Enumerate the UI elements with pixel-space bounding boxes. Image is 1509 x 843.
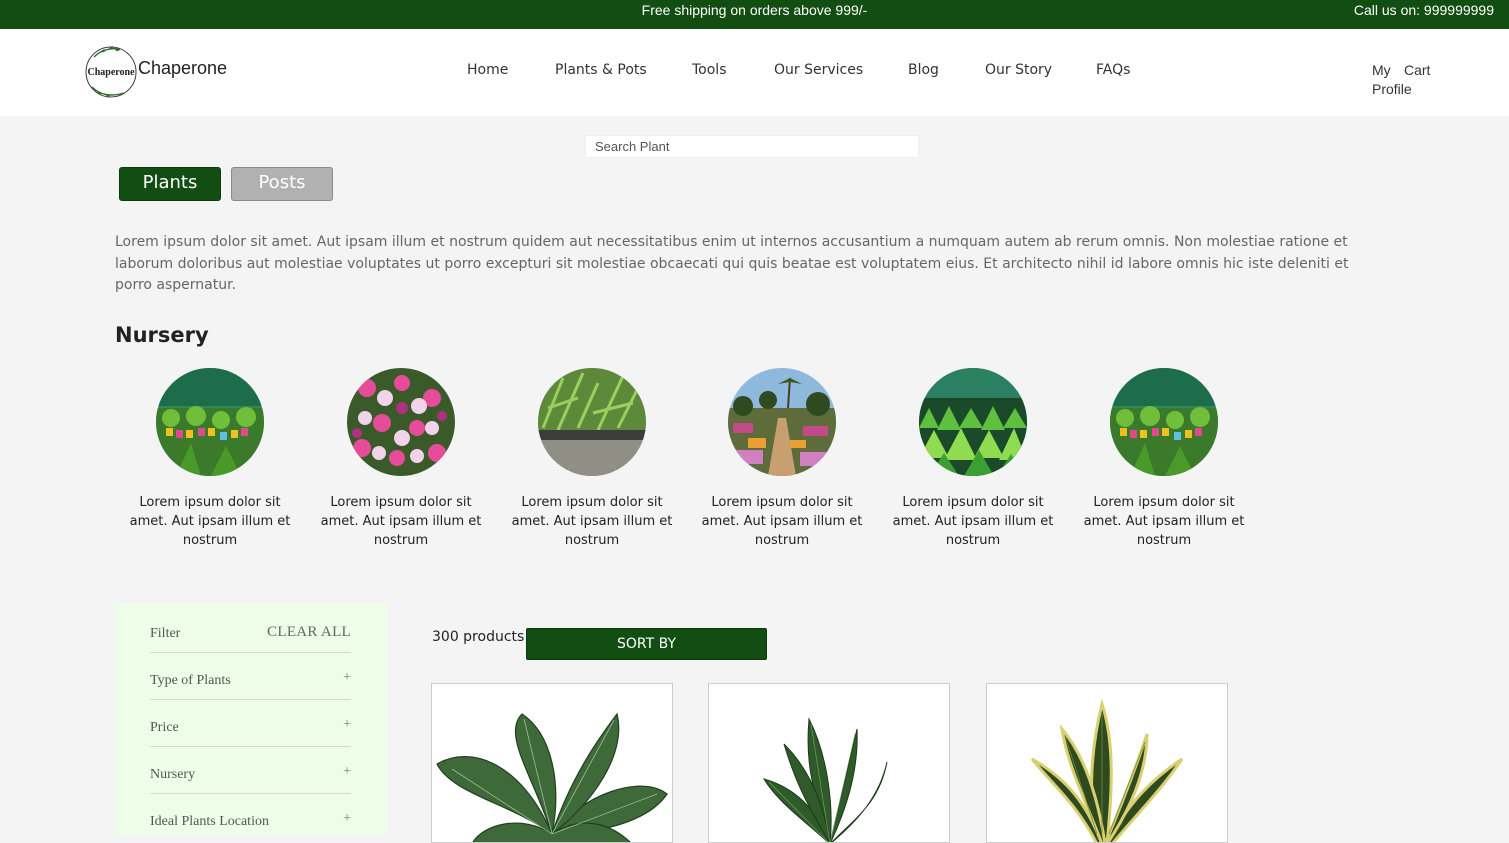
shipping-banner: Free shipping on orders above 999/- — [641, 2, 868, 18]
product-image[interactable] — [709, 684, 950, 843]
nursery-caption: Lorem ipsum dolor sit amet. Aut ipsam il… — [511, 495, 673, 548]
tab-plants[interactable]: Plants — [119, 167, 221, 201]
nursery-image[interactable] — [538, 368, 646, 476]
nursery-caption: Lorem ipsum dolor sit amet. Aut ipsam il… — [701, 495, 863, 548]
product-image[interactable] — [432, 684, 673, 843]
filter-header: Filter CLEAR ALL — [150, 606, 351, 653]
filter-label: Nursery — [150, 767, 196, 782]
filter-label: Price — [150, 720, 179, 735]
clear-all-button[interactable]: CLEAR ALL — [267, 624, 351, 641]
nav-faqs[interactable]: FAQs — [1096, 62, 1130, 78]
nav-our-story[interactable]: Our Story — [985, 62, 1052, 78]
nursery-heading: Nursery — [115, 323, 209, 347]
nav-home[interactable]: Home — [467, 62, 508, 78]
logo-text: Chaperone — [87, 67, 135, 78]
nursery-caption: Lorem ipsum dolor sit amet. Aut ipsam il… — [892, 495, 1054, 548]
nav-our-services[interactable]: Our Services — [774, 62, 863, 78]
nav-blog[interactable]: Blog — [908, 62, 939, 78]
nav-tools[interactable]: Tools — [692, 62, 727, 78]
nursery-image[interactable] — [728, 368, 836, 476]
nav-plants-pots[interactable]: Plants & Pots — [555, 62, 647, 78]
product-card[interactable] — [986, 683, 1228, 843]
nursery-item[interactable]: Lorem ipsum dolor sit amet. Aut ipsam il… — [1078, 368, 1250, 550]
logo-icon[interactable]: Chaperone — [84, 43, 138, 101]
filter-price[interactable]: Price + — [150, 700, 351, 747]
nursery-caption: Lorem ipsum dolor sit amet. Aut ipsam il… — [320, 495, 482, 548]
nursery-item[interactable]: Lorem ipsum dolor sit amet. Aut ipsam il… — [315, 368, 487, 550]
product-card[interactable] — [708, 683, 950, 843]
filter-label: Type of Plants — [150, 673, 231, 688]
product-image[interactable] — [987, 684, 1228, 843]
nursery-caption: Lorem ipsum dolor sit amet. Aut ipsam il… — [129, 495, 291, 548]
expand-icon[interactable]: + — [343, 764, 351, 780]
filter-type-of-plants[interactable]: Type of Plants + — [150, 653, 351, 700]
nursery-item[interactable]: Lorem ipsum dolor sit amet. Aut ipsam il… — [506, 368, 678, 550]
filter-nursery[interactable]: Nursery + — [150, 747, 351, 794]
sort-by-button[interactable]: SORT BY — [526, 628, 767, 660]
nursery-item[interactable]: Lorem ipsum dolor sit amet. Aut ipsam il… — [696, 368, 868, 550]
filter-label: Ideal Plants Location — [150, 814, 269, 829]
nursery-item[interactable]: Lorem ipsum dolor sit amet. Aut ipsam il… — [124, 368, 296, 550]
nursery-image[interactable] — [919, 368, 1027, 476]
expand-icon[interactable]: + — [343, 811, 351, 827]
cart-link[interactable]: Cart — [1404, 62, 1430, 78]
filter-title: Filter — [150, 626, 181, 641]
nursery-image[interactable] — [156, 368, 264, 476]
call-us[interactable]: Call us on: 999999999 — [1354, 2, 1494, 18]
tab-posts[interactable]: Posts — [231, 167, 333, 201]
expand-icon[interactable]: + — [343, 670, 351, 686]
nursery-image[interactable] — [347, 368, 455, 476]
nursery-caption: Lorem ipsum dolor sit amet. Aut ipsam il… — [1083, 495, 1245, 548]
product-count: 300 products — [432, 629, 525, 645]
my-profile-link[interactable]: My — [1372, 62, 1391, 78]
nursery-item[interactable]: Lorem ipsum dolor sit amet. Aut ipsam il… — [887, 368, 1059, 550]
expand-icon[interactable]: + — [343, 717, 351, 733]
site-header: Chaperone Chaperone Home Plants & Pots T… — [0, 29, 1509, 116]
filter-ideal-plants-location[interactable]: Ideal Plants Location + — [150, 794, 351, 841]
promo-bar: Free shipping on orders above 999/- Call… — [0, 0, 1509, 29]
nursery-image[interactable] — [1110, 368, 1218, 476]
filter-panel: Filter CLEAR ALL Type of Plants + Price … — [115, 603, 388, 835]
my-label: My — [1372, 62, 1391, 78]
brand-name[interactable]: Chaperone — [138, 58, 227, 79]
product-card[interactable] — [431, 683, 673, 843]
profile-label[interactable]: Profile — [1372, 81, 1412, 97]
intro-text: Lorem ipsum dolor sit amet. Aut ipsam il… — [115, 234, 1349, 293]
search-input[interactable]: Search Plant — [585, 135, 919, 158]
